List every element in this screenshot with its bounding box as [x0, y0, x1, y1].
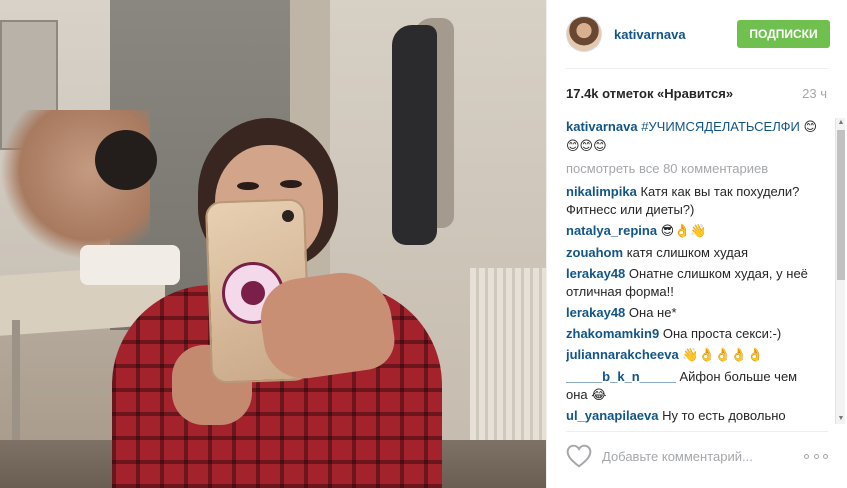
photo-radiator	[470, 268, 546, 458]
comment-bar	[566, 432, 828, 480]
comment-username[interactable]: zhakomamkin9	[566, 326, 659, 341]
post-side-panel: kativarnava ПОДПИСКИ 17.4k отметок «Нрав…	[546, 0, 847, 488]
comment-text: 😎👌👋	[660, 224, 707, 239]
list-item: zhakomamkin9 Она проста секси:-)	[566, 325, 819, 343]
caption-hashtag[interactable]: #УЧИМСЯДЕЛАТЬСЕЛФИ	[641, 119, 800, 134]
comment-username[interactable]: zouahom	[566, 245, 623, 260]
post-header: kativarnava ПОДПИСКИ	[547, 0, 847, 68]
list-item: lerakay48 Онатне слишком худая, у неё от…	[566, 265, 819, 301]
comment-text: Ну то есть довольно	[662, 408, 786, 423]
photo-phone-sticker-center	[241, 281, 265, 305]
comments-list[interactable]: kativarnava #УЧИМСЯДЕЛАТЬСЕЛФИ 😊😊😊😊 посм…	[566, 118, 833, 424]
more-dot	[804, 453, 809, 459]
post-viewer: kativarnava ПОДПИСКИ 17.4k отметок «Нрав…	[0, 0, 847, 488]
likes-count[interactable]: 17.4k отметок «Нравится»	[566, 86, 733, 101]
comment-text: Она не*	[628, 305, 677, 320]
comment-text: Она проста секси:-)	[662, 326, 782, 341]
scroll-down-arrow-icon[interactable]: ▼	[836, 414, 846, 424]
photo-coat-dark	[392, 25, 437, 245]
list-item: lerakay48 Она не*	[566, 304, 819, 322]
comment-username[interactable]: ul_yanapilaeva	[566, 408, 659, 423]
comment-username[interactable]: nikalimpika	[566, 184, 637, 199]
comment-username[interactable]: natalya_repina	[566, 223, 657, 238]
comment-username[interactable]: juliannarakcheeva	[566, 347, 679, 362]
photo-eye-left	[237, 182, 259, 190]
view-all-comments-link[interactable]: посмотреть все 80 комментариев	[566, 160, 819, 178]
comment-username[interactable]: lerakay48	[566, 305, 625, 320]
comments-scrollbar[interactable]: ▲ ▼	[835, 118, 845, 424]
avatar[interactable]	[566, 16, 602, 52]
list-item: nikalimpika Катя как вы так похудели? Фи…	[566, 183, 819, 219]
caption: kativarnava #УЧИМСЯДЕЛАТЬСЕЛФИ 😊😊😊😊	[566, 118, 819, 156]
comment-username[interactable]: lerakay48	[566, 266, 625, 281]
post-age[interactable]: 23 ч	[802, 86, 827, 101]
more-dot	[823, 453, 828, 459]
header-divider	[566, 68, 828, 69]
photo-eye-right	[280, 180, 302, 188]
more-dot	[813, 453, 819, 459]
photo-background-person-hair	[95, 130, 157, 190]
photo-phone-camera	[282, 210, 294, 222]
scroll-up-arrow-icon[interactable]: ▲	[836, 118, 846, 128]
list-item: _____b_k_n_____ Айфон больше чем она 😂	[566, 368, 819, 404]
list-item: natalya_repina 😎👌👋	[566, 222, 819, 241]
post-photo[interactable]	[0, 0, 546, 488]
follow-button[interactable]: ПОДПИСКИ	[737, 20, 830, 48]
list-item: juliannarakcheeva 👋👌👌👌👌	[566, 346, 819, 365]
comment-text: 👋👌👌👌👌	[682, 348, 764, 363]
more-options-icon[interactable]	[804, 451, 828, 461]
comment-username[interactable]: _____b_k_n_____	[566, 369, 676, 384]
heart-icon[interactable]	[566, 444, 592, 468]
likes-row: 17.4k отметок «Нравится» 23 ч	[566, 86, 827, 101]
photo-towels	[80, 245, 180, 285]
list-item: zouahom катя слишком худая	[566, 244, 819, 262]
post-username-link[interactable]: kativarnava	[614, 27, 737, 42]
comment-text: катя слишком худая	[626, 245, 749, 260]
scrollbar-thumb[interactable]	[837, 130, 845, 280]
caption-username[interactable]: kativarnava	[566, 119, 638, 134]
comment-input[interactable]	[602, 448, 804, 464]
list-item: ul_yanapilaeva Ну то есть довольно	[566, 407, 819, 424]
